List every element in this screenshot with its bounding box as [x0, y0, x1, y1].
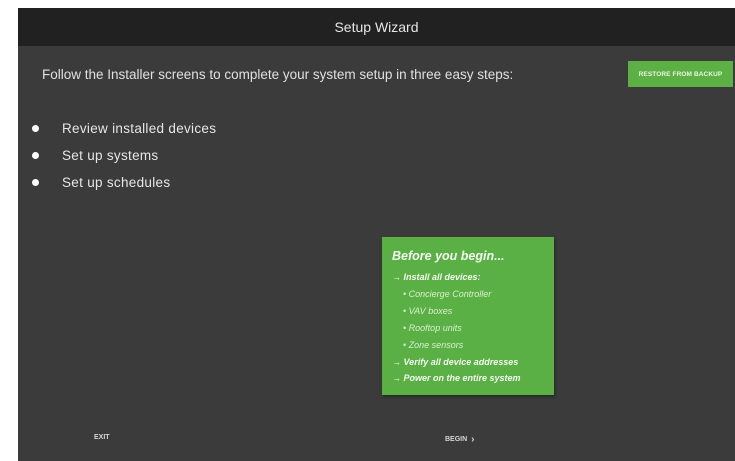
window-title: Setup Wizard: [334, 19, 419, 35]
bullet-icon: [32, 124, 39, 132]
note-line-install-devices: → Install all devices:: [392, 272, 481, 282]
setup-wizard-screen: Setup Wizard Follow the Installer screen…: [18, 8, 735, 461]
note-line-concierge-controller: • Concierge Controller: [403, 289, 492, 299]
step-label: Review installed devices: [62, 120, 217, 136]
step-item-set-up-schedules: Set up schedules: [32, 173, 170, 191]
title-bar: Setup Wizard: [18, 8, 735, 46]
bullet-icon: [32, 151, 39, 159]
step-label: Set up schedules: [62, 174, 171, 190]
step-item-review-devices: Review installed devices: [32, 119, 216, 137]
exit-button[interactable]: EXIT: [94, 434, 110, 441]
note-title: Before you begin...: [392, 249, 505, 263]
bullet-icon: •: [403, 289, 407, 299]
arrow-right-icon: →: [392, 357, 401, 367]
bullet-icon: •: [403, 323, 407, 333]
arrow-right-icon: →: [392, 373, 401, 383]
note-line-zone-sensors: • Zone sensors: [403, 340, 464, 350]
intro-text: Follow the Installer screens to complete…: [42, 67, 514, 82]
arrow-right-icon: →: [392, 272, 401, 282]
note-line-power-on: → Power on the entire system: [392, 373, 521, 383]
note-line-vav-boxes: • VAV boxes: [403, 306, 453, 316]
before-you-begin-note: Before you begin... → Install all device…: [382, 237, 554, 395]
restore-from-backup-button[interactable]: RESTORE FROM BACKUP: [628, 61, 733, 87]
step-label: Set up systems: [62, 147, 159, 163]
begin-button[interactable]: BEGIN ›: [445, 434, 475, 445]
step-item-set-up-systems: Set up systems: [32, 146, 159, 164]
note-line-rooftop-units: • Rooftop units: [403, 323, 462, 333]
begin-label: BEGIN: [445, 436, 468, 443]
bullet-icon: •: [403, 340, 407, 350]
note-line-verify-addresses: → Verify all device addresses: [392, 357, 519, 367]
chevron-right-icon: ›: [471, 434, 475, 445]
bullet-icon: •: [403, 306, 407, 316]
bullet-icon: [32, 178, 39, 186]
